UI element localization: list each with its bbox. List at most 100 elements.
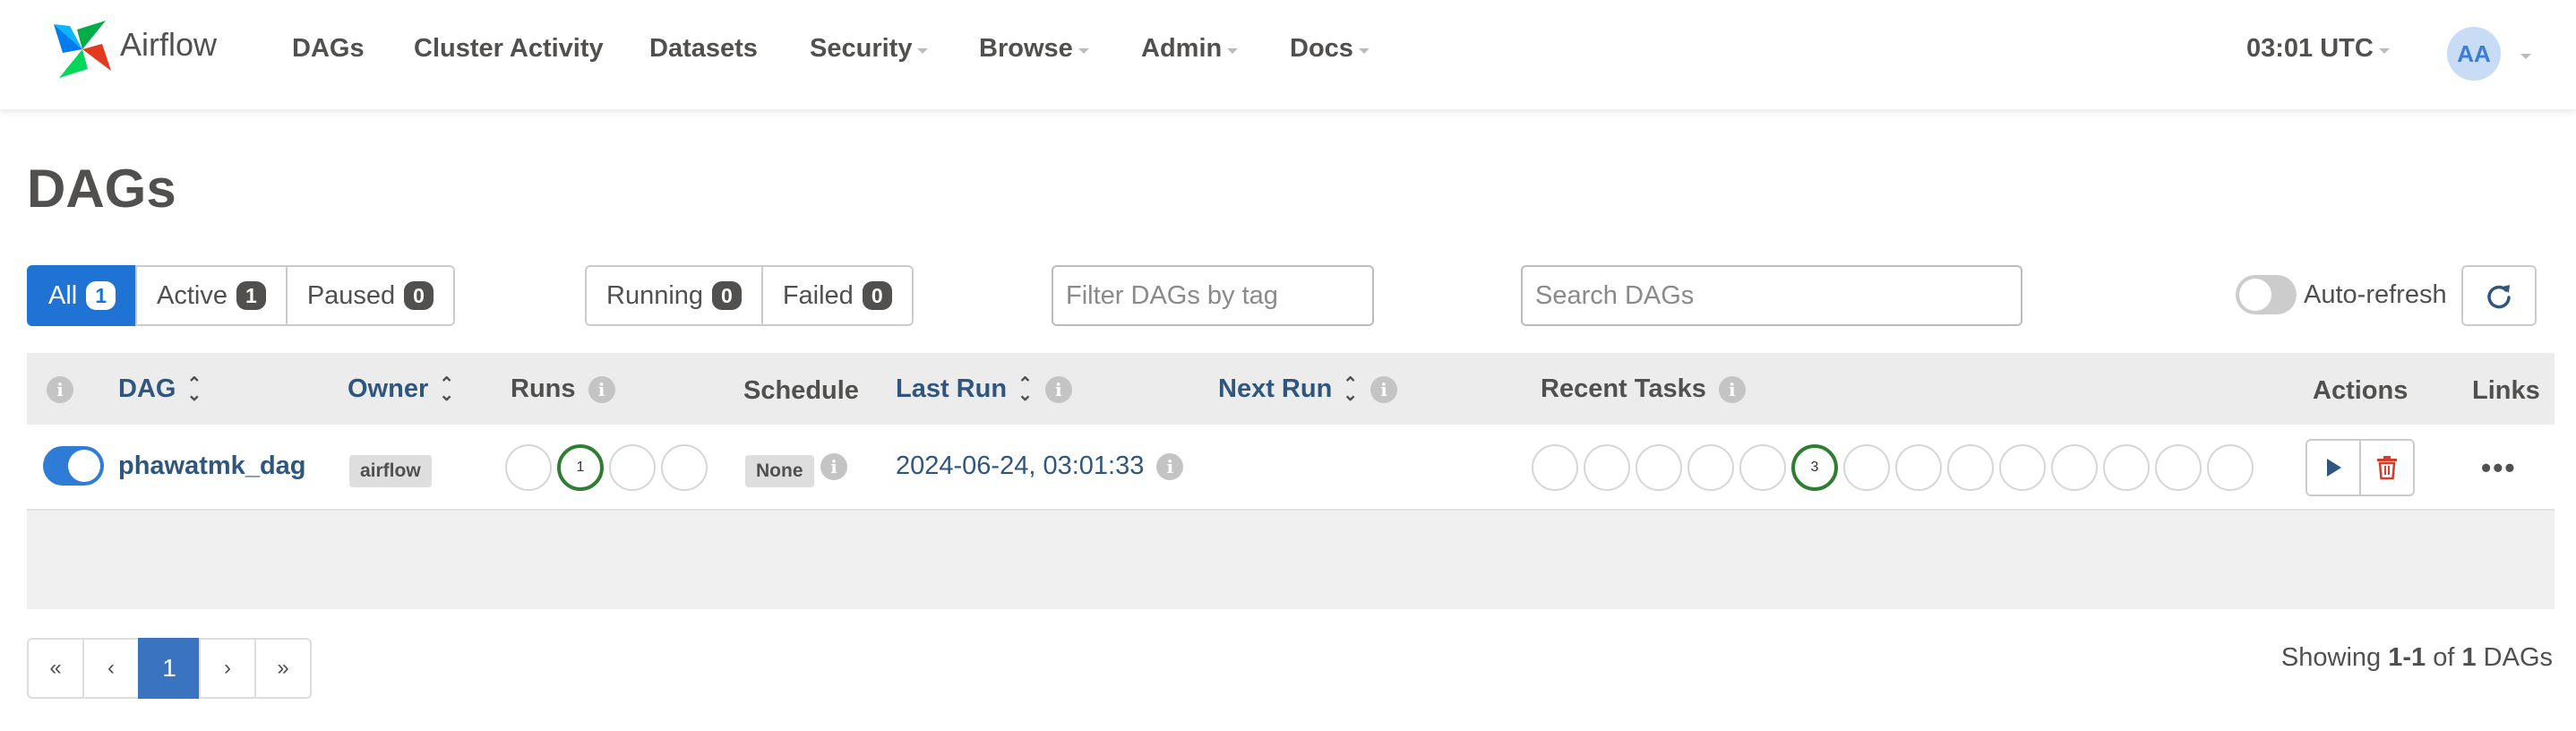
header-recent-tasks: Recent Tasks i	[1541, 374, 1746, 404]
tag-filter-input[interactable]	[1052, 265, 1374, 326]
nav-label: Browse	[979, 34, 1073, 63]
user-menu-caret-icon[interactable]	[2520, 54, 2531, 59]
status-filter-group: All 1 Active 1 Paused 0	[27, 265, 455, 326]
task-status-circle[interactable]	[1584, 444, 1630, 491]
task-status-circle[interactable]	[1739, 444, 1786, 491]
task-status-circle[interactable]	[1999, 444, 2046, 491]
header-label: Actions	[2313, 376, 2409, 405]
run-status-circle-success[interactable]: 1	[557, 444, 604, 491]
pause-toggle[interactable]	[43, 446, 104, 486]
task-status-circle[interactable]	[1947, 444, 1994, 491]
nav-datasets[interactable]: Datasets	[649, 34, 758, 64]
filter-active-button[interactable]: Active 1	[135, 265, 288, 326]
count-badge: 0	[862, 281, 892, 310]
header-links: Links	[2472, 376, 2540, 406]
count-badge: 0	[404, 281, 434, 310]
sort-icon: ⌃ ⌄	[439, 374, 455, 405]
count-badge: 1	[236, 281, 266, 310]
delete-dag-button[interactable]	[2359, 439, 2415, 496]
info-icon[interactable]: i	[1156, 452, 1184, 480]
page-next-button[interactable]: ›	[199, 638, 256, 699]
header-dag[interactable]: DAG ⌃ ⌄	[118, 374, 202, 404]
refresh-icon	[2487, 285, 2511, 309]
task-status-circle[interactable]	[1687, 444, 1734, 491]
info-icon[interactable]: i	[1370, 375, 1398, 403]
task-status-circle[interactable]	[2051, 444, 2098, 491]
task-status-circle[interactable]	[1636, 444, 1682, 491]
nav-admin[interactable]: Admin	[1141, 34, 1239, 64]
caret-down-icon	[917, 47, 929, 54]
caret-down-icon	[1358, 47, 1370, 54]
info-icon[interactable]: i	[47, 376, 73, 403]
showing-prefix: Showing	[2280, 643, 2382, 672]
count-badge: 1	[86, 281, 116, 310]
last-run-link[interactable]: 2024-06-24, 03:01:33 i	[896, 452, 1184, 481]
filter-label: Active	[157, 280, 228, 310]
sort-icon: ⌃ ⌄	[1343, 374, 1359, 405]
page-current-button[interactable]: 1	[138, 638, 201, 699]
pinwheel-icon	[54, 21, 111, 78]
info-icon[interactable]: i	[1044, 375, 1072, 403]
page-first-button[interactable]: «	[27, 638, 84, 699]
filter-label: Running	[606, 280, 704, 310]
info-icon[interactable]: i	[820, 453, 847, 480]
header-owner[interactable]: Owner ⌃ ⌄	[348, 374, 454, 404]
owner-tag[interactable]: airflow	[349, 455, 432, 487]
showing-total: 1	[2461, 643, 2477, 672]
refresh-button[interactable]	[2461, 265, 2537, 326]
header-next-run[interactable]: Next Run ⌃ ⌄ i	[1218, 374, 1398, 405]
header-label: Recent Tasks	[1541, 374, 1706, 403]
trash-icon	[2377, 456, 2397, 480]
airflow-logo[interactable]: Airflow	[50, 14, 217, 84]
table-header: i DAG ⌃ ⌄ Owner ⌃ ⌄ Runs i Schedule Last Run ⌃…	[27, 353, 2555, 425]
nav-docs[interactable]: Docs	[1290, 34, 1370, 64]
run-status-circle[interactable]	[505, 444, 552, 491]
trigger-dag-button[interactable]	[2306, 439, 2361, 496]
clock-dropdown[interactable]: 03:01 UTC	[2246, 34, 2390, 64]
header-label: Schedule	[743, 376, 859, 405]
run-status-circle[interactable]	[609, 444, 656, 491]
nav-security[interactable]: Security	[810, 34, 929, 64]
nav-label: Cluster Activity	[414, 34, 604, 63]
count-badge: 0	[712, 281, 742, 310]
schedule-tag: None	[745, 455, 814, 487]
task-status-circle[interactable]	[2103, 444, 2150, 491]
caret-down-icon	[2378, 47, 2390, 54]
filter-running-button[interactable]: Running 0	[585, 265, 763, 326]
info-icon[interactable]: i	[1718, 375, 1746, 403]
header-runs: Runs i	[511, 374, 615, 404]
task-status-circle[interactable]	[2207, 444, 2254, 491]
play-icon	[2327, 459, 2341, 477]
user-avatar[interactable]: AA	[2447, 27, 2501, 81]
task-status-circle[interactable]	[1895, 444, 1942, 491]
task-status-circle[interactable]	[1532, 444, 1578, 491]
nav-label: Docs	[1290, 34, 1353, 63]
nav-label: Datasets	[649, 34, 758, 63]
run-status-circle[interactable]	[661, 444, 708, 491]
filter-all-button[interactable]: All 1	[27, 265, 138, 326]
nav-browse[interactable]: Browse	[979, 34, 1089, 64]
page-last-button[interactable]: »	[254, 638, 312, 699]
header-label: Links	[2472, 376, 2540, 405]
nav-cluster-activity[interactable]: Cluster Activity	[414, 34, 604, 64]
task-status-circle[interactable]	[2155, 444, 2202, 491]
info-icon[interactable]: i	[588, 375, 615, 403]
filter-failed-button[interactable]: Failed 0	[760, 265, 914, 326]
task-status-circle[interactable]	[1843, 444, 1890, 491]
auto-refresh-label: Auto-refresh	[2304, 280, 2447, 309]
search-dags-input[interactable]	[1521, 265, 2022, 326]
auto-refresh-toggle[interactable]	[2236, 275, 2297, 314]
task-status-circle-success[interactable]: 3	[1791, 444, 1838, 491]
nav-dags[interactable]: DAGs	[292, 34, 365, 64]
dag-link[interactable]: phawatmk_dag	[118, 452, 306, 481]
caret-down-icon	[1227, 47, 1239, 54]
table-row: phawatmk_dag airflow 1 None i 2024-06-24…	[27, 425, 2555, 511]
header-label: Last Run	[896, 374, 1008, 403]
page-prev-button[interactable]: ‹	[82, 638, 140, 699]
header-last-run[interactable]: Last Run ⌃ ⌄ i	[896, 374, 1072, 404]
showing-suffix: DAGs	[2483, 643, 2553, 672]
page-title: DAGs	[27, 159, 176, 219]
more-links-icon[interactable]: •••	[2481, 452, 2517, 485]
brand-name: Airflow	[120, 26, 218, 63]
filter-paused-button[interactable]: Paused 0	[285, 265, 455, 326]
